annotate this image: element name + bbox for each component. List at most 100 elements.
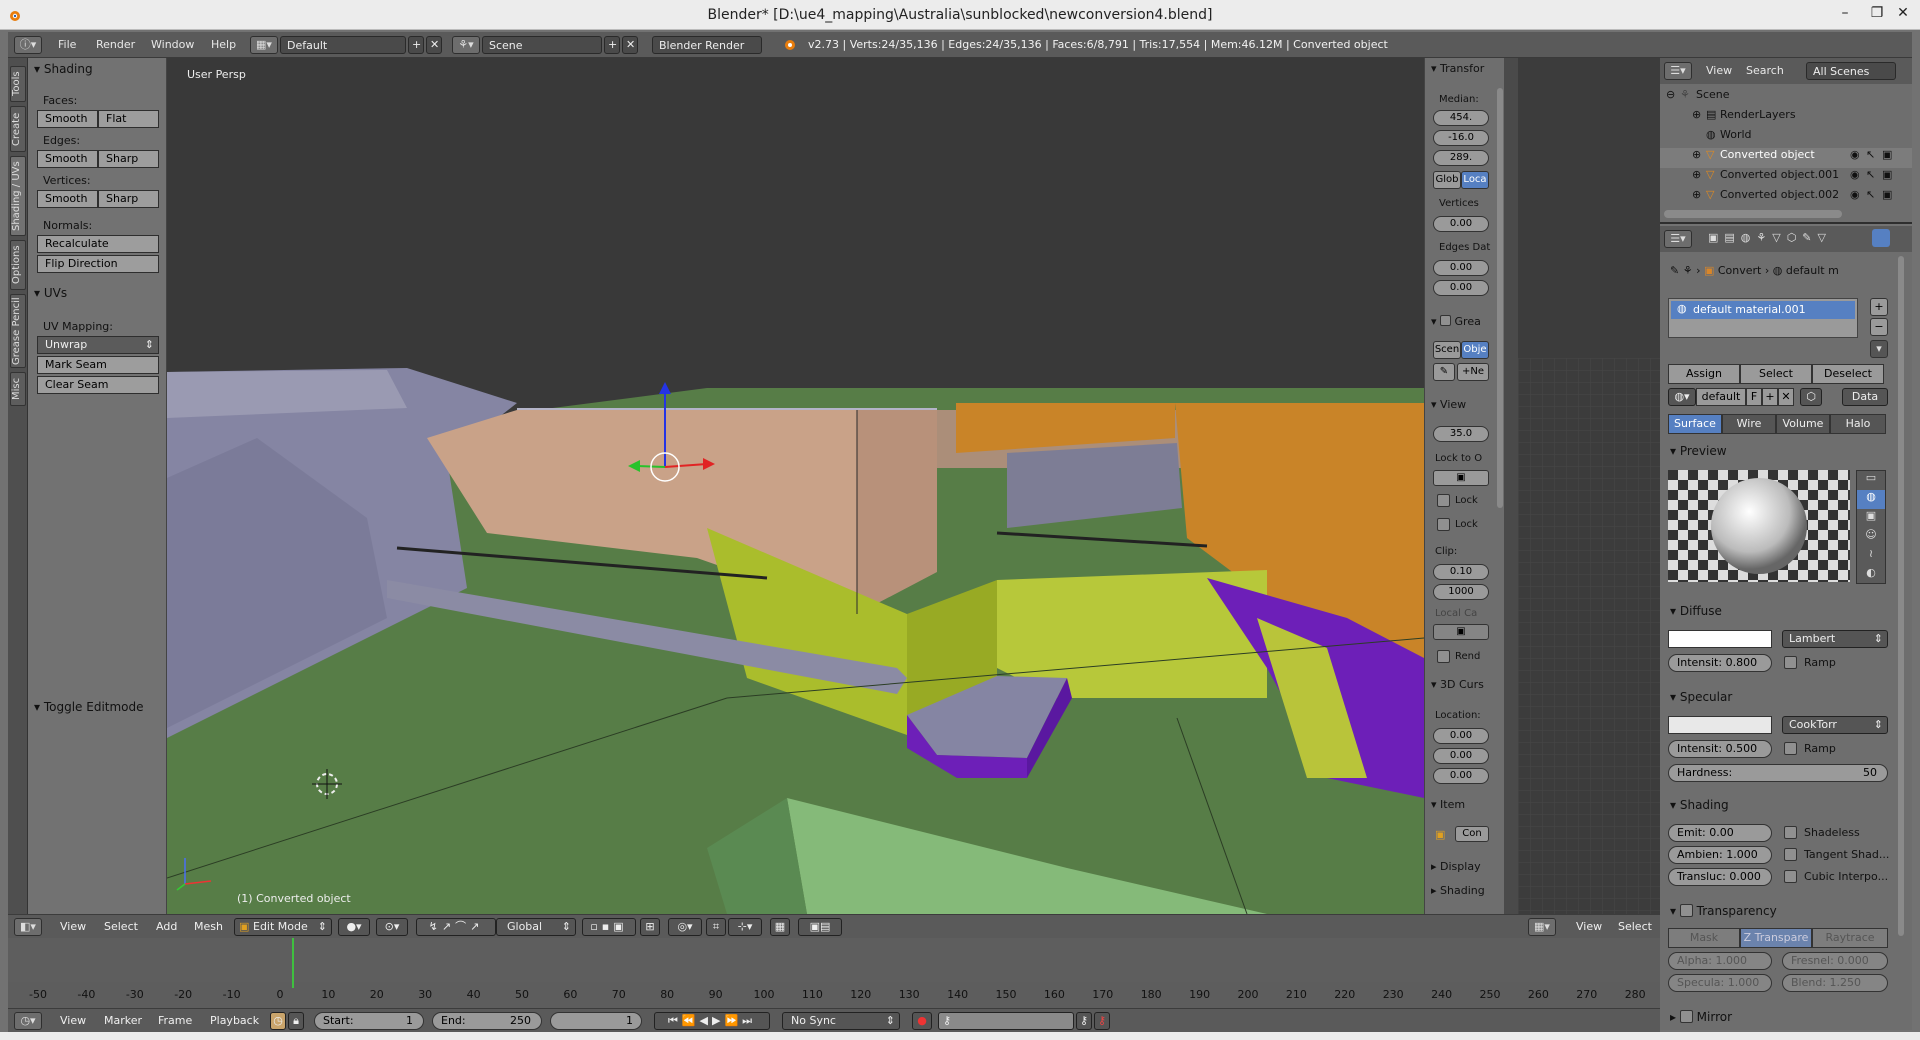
gizmo-z-arrow-icon[interactable]: [659, 382, 671, 394]
context-tabs-icons[interactable]: ▣▤◍⚘▽⬡✎▽: [1708, 231, 1832, 244]
scene-remove-icon[interactable]: ✕: [622, 36, 638, 54]
remove-slot-button[interactable]: −: [1870, 318, 1888, 336]
preview-cube-icon[interactable]: ▣: [1857, 509, 1885, 528]
tangent-shading-checkbox[interactable]: [1784, 848, 1797, 861]
record-icon[interactable]: ●: [912, 1012, 932, 1030]
shading-panel-header[interactable]: ▾ Shading: [34, 62, 93, 76]
add-slot-button[interactable]: +: [1870, 298, 1888, 316]
specular-color-swatch[interactable]: [1668, 716, 1772, 734]
material-slot-list[interactable]: default material.001 ◍: [1668, 298, 1858, 338]
emit-field[interactable]: Emit: 0.00: [1668, 824, 1772, 842]
opengl-render-icon[interactable]: ▦: [770, 918, 790, 936]
uv-editor-type-icon[interactable]: ▦▾: [1528, 918, 1556, 936]
scene-select[interactable]: Scene: [482, 36, 602, 54]
outliner-row-converted-object-001[interactable]: ⊕ ▽ Converted object.001 ◉ ↖ ▣: [1660, 168, 1912, 188]
edge-bevel-field[interactable]: 0.00: [1433, 260, 1489, 276]
item-name-field[interactable]: Con: [1455, 826, 1489, 842]
mirror-panel-header[interactable]: ▸ Mirror: [1670, 1008, 1732, 1024]
shadeless-checkbox[interactable]: [1784, 826, 1797, 839]
diffuse-ramp-checkbox[interactable]: [1784, 656, 1797, 669]
tab-grease-pencil[interactable]: Grease Pencil: [10, 294, 26, 368]
outliner-filter-select[interactable]: All Scenes: [1806, 62, 1896, 80]
outliner-row-world[interactable]: ◍ World: [1660, 128, 1912, 148]
cubic-interpolation-checkbox[interactable]: [1784, 870, 1797, 883]
menu-window[interactable]: Window: [151, 38, 194, 51]
flip-direction-button[interactable]: Flip Direction: [37, 255, 159, 273]
specular-shader-select[interactable]: CookTorr ⇕: [1782, 716, 1888, 734]
recalculate-normals-button[interactable]: Recalculate: [37, 235, 159, 253]
proportional-edit-select[interactable]: ◎▾: [668, 918, 702, 936]
faces-flat-button[interactable]: Flat: [98, 110, 159, 128]
hardness-field[interactable]: Hardness: 50: [1668, 764, 1888, 782]
diffuse-shader-select[interactable]: Lambert ⇕: [1782, 630, 1888, 648]
npanel-scrollbar[interactable]: [1497, 88, 1503, 508]
vp-menu-select[interactable]: Select: [104, 920, 138, 933]
uv-menu-select[interactable]: Select: [1618, 920, 1652, 933]
transparency-z-button[interactable]: Z Transpare: [1740, 928, 1812, 948]
snap-element-select[interactable]: ⊹▾: [728, 918, 762, 936]
current-frame-marker[interactable]: [292, 938, 294, 988]
preview-hair-icon[interactable]: ≀: [1857, 547, 1885, 566]
select-button[interactable]: Select: [1740, 364, 1812, 384]
local-toggle[interactable]: Loca: [1461, 171, 1489, 189]
select-arrow-icon[interactable]: ↖: [1866, 148, 1875, 161]
tab-create[interactable]: Create: [10, 106, 26, 152]
start-frame-field[interactable]: Start: 1: [314, 1012, 424, 1030]
uv-menu-view[interactable]: View: [1576, 920, 1602, 933]
snap-toggle-icon[interactable]: ⌗: [706, 918, 726, 936]
visibility-eye-icon[interactable]: ◉: [1850, 148, 1860, 161]
vertices-sharp-button[interactable]: Sharp: [98, 190, 159, 208]
tl-menu-playback[interactable]: Playback: [210, 1014, 259, 1027]
local-camera-field[interactable]: ▣: [1433, 624, 1489, 640]
pin-icon[interactable]: ✎: [1670, 264, 1679, 277]
grease-panel-header[interactable]: ▾ Grea: [1431, 314, 1481, 328]
specular-intensity-field[interactable]: Intensit: 0.500: [1668, 740, 1772, 758]
transparency-panel-header[interactable]: ▾ Transparency: [1670, 902, 1777, 918]
tab-volume[interactable]: Volume: [1776, 414, 1830, 434]
3d-viewport[interactable]: User Persp (1) Converted object: [167, 58, 1424, 914]
specular-alpha-field[interactable]: Specula: 1.000: [1668, 974, 1772, 992]
uv-editor[interactable]: [1518, 58, 1660, 914]
ambient-field[interactable]: Ambien: 1.000: [1668, 846, 1772, 864]
preview-range-icon[interactable]: ◷: [270, 1012, 286, 1030]
sync-mode-select[interactable]: No Sync ⇕: [782, 1012, 900, 1030]
deselect-button[interactable]: Deselect: [1812, 364, 1884, 384]
render-border-checkbox[interactable]: [1437, 650, 1450, 663]
area-divider[interactable]: [1504, 58, 1518, 914]
preview-sphere-icon[interactable]: ◍: [1857, 490, 1885, 509]
tab-wire[interactable]: Wire: [1722, 414, 1776, 434]
diffuse-panel-header[interactable]: ▾ Diffuse: [1670, 604, 1722, 618]
lens-field[interactable]: 35.0: [1433, 426, 1489, 442]
tl-menu-view[interactable]: View: [60, 1014, 86, 1027]
tab-shading-uvs[interactable]: Shading / UVs: [10, 156, 26, 236]
outliner-row-scene[interactable]: ⊖ ⚘ Scene: [1660, 88, 1912, 108]
outliner-menu-view[interactable]: View: [1706, 64, 1732, 77]
close-button[interactable]: ✕: [1886, 4, 1920, 24]
preview-sky-icon[interactable]: ◐: [1857, 566, 1885, 585]
new-material-icon[interactable]: +: [1762, 388, 1778, 406]
cursor-y-field[interactable]: 0.00: [1433, 748, 1489, 764]
pivot-point-select[interactable]: ⊙▾: [376, 918, 408, 936]
keying-set-field[interactable]: ⚷: [938, 1012, 1074, 1030]
render-engine-select[interactable]: Blender Render: [652, 36, 762, 54]
delete-keyframe-icon[interactable]: ⚷: [1094, 1012, 1110, 1030]
properties-scrollbar[interactable]: [1898, 256, 1904, 936]
mirror-checkbox[interactable]: [1679, 1010, 1693, 1023]
transparency-mask-button[interactable]: Mask: [1668, 928, 1740, 948]
manipulator-toggles[interactable]: ↯↗⌒↗: [416, 918, 496, 936]
editor-type-info-icon[interactable]: ⓘ▾: [14, 36, 42, 54]
tab-halo[interactable]: Halo: [1830, 414, 1886, 434]
tab-misc[interactable]: Misc: [10, 372, 26, 406]
new-grease-button[interactable]: +Ne: [1457, 363, 1489, 381]
playback-controls[interactable]: ⏮⏪◀▶⏩⏭: [654, 1012, 770, 1030]
tl-menu-marker[interactable]: Marker: [104, 1014, 142, 1027]
mark-seam-button[interactable]: Mark Seam: [37, 356, 159, 374]
end-frame-field[interactable]: End: 250: [432, 1012, 542, 1030]
visibility-eye-icon[interactable]: ◉: [1850, 168, 1860, 181]
preview-shape-selector[interactable]: ▭ ◍ ▣ ☺ ≀ ◐: [1856, 470, 1886, 584]
layout-select[interactable]: Default: [280, 36, 406, 54]
unlink-material-icon[interactable]: ✕: [1778, 388, 1794, 406]
vertex-weight-field[interactable]: 0.00: [1433, 216, 1489, 232]
alpha-field[interactable]: Alpha: 1.000: [1668, 952, 1772, 970]
diffuse-color-swatch[interactable]: [1668, 630, 1772, 648]
